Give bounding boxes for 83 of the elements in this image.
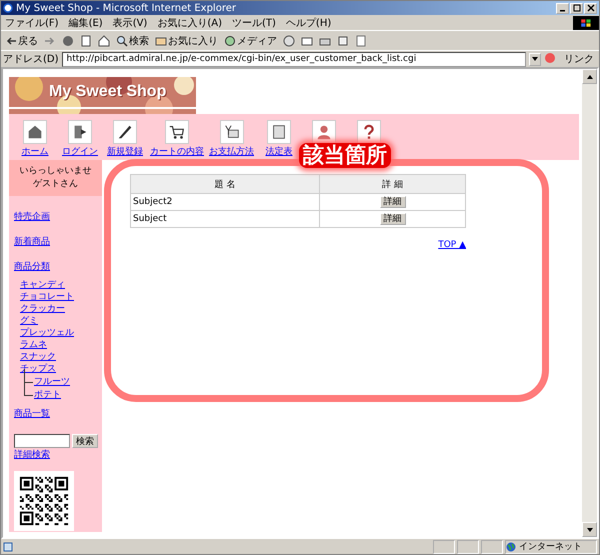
pay-icon[interactable] bbox=[220, 120, 244, 144]
caret-icon bbox=[586, 526, 594, 534]
category-link[interactable]: キャンディ bbox=[20, 279, 65, 291]
menu-item[interactable]: ツール(T) bbox=[232, 16, 276, 30]
detail-button[interactable]: 詳細 bbox=[380, 213, 406, 225]
sidebar-link[interactable]: 特売企画 bbox=[14, 210, 50, 223]
qr-code-icon bbox=[14, 471, 74, 531]
advanced-search-link[interactable]: 詳細検索 bbox=[14, 448, 50, 461]
category-link[interactable]: グミ bbox=[20, 315, 38, 327]
page-icon bbox=[3, 542, 13, 552]
menu-item[interactable]: ヘルプ(H) bbox=[286, 16, 332, 30]
maximize-button[interactable] bbox=[570, 2, 583, 14]
links-button[interactable]: リンク bbox=[561, 52, 597, 66]
category-link[interactable]: ポテト bbox=[34, 388, 61, 401]
menu-item[interactable]: 表示(V) bbox=[112, 16, 148, 30]
search-button[interactable]: 検索 bbox=[116, 34, 149, 48]
globe-icon bbox=[506, 542, 516, 552]
nav-link[interactable]: 法定表 bbox=[266, 145, 292, 158]
pen-icon[interactable] bbox=[113, 120, 137, 144]
search-field[interactable] bbox=[14, 434, 70, 448]
address-field[interactable]: http://pibcart.admiral.ne.jp/e-commex/cgi-bin/ex_user_customer_back_list.cgi bbox=[62, 52, 526, 66]
person-icon[interactable] bbox=[312, 120, 336, 144]
search-button[interactable]: 検索 bbox=[72, 434, 98, 448]
back-button[interactable]: 戻る bbox=[5, 34, 38, 48]
help-icon[interactable] bbox=[357, 120, 381, 144]
callout-label: 該当箇所 bbox=[299, 143, 391, 168]
category-link[interactable]: チョコレート bbox=[20, 291, 74, 303]
maximize-icon bbox=[572, 4, 580, 12]
login-icon[interactable] bbox=[68, 120, 92, 144]
category-link[interactable]: フルーツ bbox=[34, 375, 70, 388]
window-title: My Sweet Shop - Microsoft Internet Explorer bbox=[16, 2, 237, 14]
sidebar-link[interactable]: 新着商品 bbox=[14, 235, 50, 248]
doc-icon[interactable] bbox=[267, 120, 291, 144]
menu-item[interactable]: ファイル(F) bbox=[5, 16, 59, 30]
sidebar-link[interactable]: 商品分類 bbox=[14, 260, 50, 273]
category-link[interactable]: クラッカー bbox=[20, 303, 65, 315]
zone-label: インターネット bbox=[519, 541, 582, 553]
table-cell: Subject bbox=[130, 210, 320, 228]
discuss-button[interactable] bbox=[355, 34, 367, 46]
column-header: 詳 細 bbox=[320, 174, 466, 194]
cart-icon[interactable] bbox=[165, 120, 189, 144]
mail-button[interactable] bbox=[301, 34, 313, 46]
greeting-text: いらっしゃいませ ゲストさん bbox=[9, 160, 102, 196]
nav-link[interactable]: カートの内容 bbox=[150, 145, 204, 158]
minimize-button[interactable] bbox=[556, 2, 569, 14]
nav-link[interactable]: ログイン bbox=[62, 145, 98, 158]
refresh-button[interactable] bbox=[80, 34, 92, 46]
category-link[interactable]: スナック bbox=[20, 351, 56, 363]
windows-logo-icon bbox=[573, 16, 599, 30]
search-icon bbox=[116, 34, 128, 46]
nav-link[interactable]: お支払方法 bbox=[209, 145, 254, 158]
shop-logo: My Sweet Shop bbox=[49, 83, 166, 101]
nav-link[interactable]: ホーム bbox=[22, 145, 48, 158]
nav-link[interactable]: 新規登録 bbox=[107, 145, 143, 158]
favorites-button[interactable]: お気に入り bbox=[155, 34, 218, 48]
home-icon[interactable] bbox=[23, 120, 47, 144]
top-link[interactable]: TOP ▲ bbox=[438, 240, 466, 250]
caret-icon bbox=[586, 72, 594, 80]
category-link[interactable]: ラムネ bbox=[20, 339, 47, 351]
browser-icon bbox=[3, 3, 13, 13]
close-icon bbox=[586, 4, 594, 12]
history-button[interactable] bbox=[283, 34, 295, 46]
favorites-icon bbox=[155, 34, 167, 46]
scroll-up-button[interactable] bbox=[582, 69, 597, 84]
address-label: アドレス(D) bbox=[3, 53, 59, 66]
sidebar-link[interactable]: 商品一覧 bbox=[14, 407, 50, 420]
scroll-down-button[interactable] bbox=[582, 522, 597, 537]
media-button[interactable]: メディア bbox=[224, 34, 277, 48]
menu-item[interactable]: 編集(E) bbox=[68, 16, 103, 30]
column-header: 題 名 bbox=[130, 174, 320, 194]
detail-button[interactable]: 詳細 bbox=[380, 196, 406, 208]
close-button[interactable] bbox=[584, 2, 597, 14]
edit-button[interactable] bbox=[337, 34, 349, 46]
dropdown-button[interactable] bbox=[529, 52, 541, 66]
back-icon bbox=[5, 34, 17, 46]
menu-item[interactable]: お気に入り(A) bbox=[157, 16, 222, 30]
category-link[interactable]: チップス bbox=[20, 363, 56, 375]
stop-button[interactable] bbox=[62, 34, 74, 46]
media-icon bbox=[224, 34, 236, 46]
table-cell: Subject2 bbox=[130, 194, 320, 210]
home-button[interactable] bbox=[98, 34, 110, 46]
category-link[interactable]: プレッツェル bbox=[20, 327, 74, 339]
caret-icon bbox=[531, 55, 539, 63]
